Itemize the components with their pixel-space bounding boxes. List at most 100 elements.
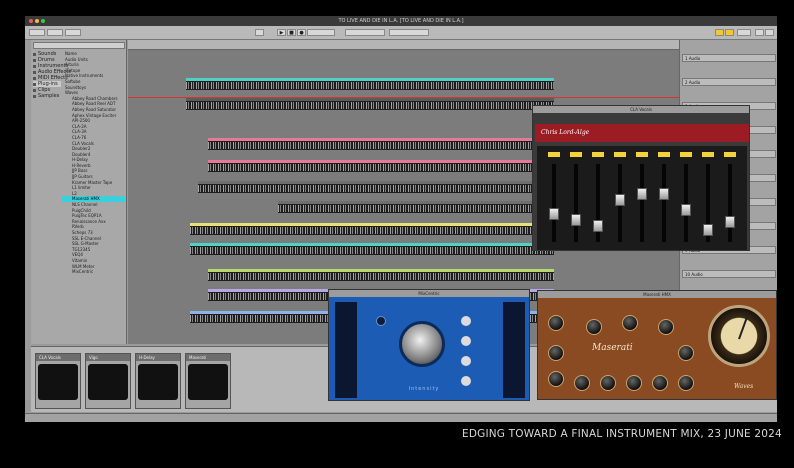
key-map-button[interactable] (715, 29, 724, 36)
clip-waveform (208, 142, 554, 149)
timeline-ruler[interactable] (128, 40, 679, 50)
maserati-knob[interactable] (586, 319, 602, 335)
maserati-knob[interactable] (678, 375, 694, 391)
clip-header (208, 269, 554, 272)
mode-button[interactable] (570, 152, 582, 157)
close-icon[interactable] (29, 19, 33, 23)
loop-start-field[interactable] (345, 29, 385, 36)
maserati-knob[interactable] (626, 375, 642, 391)
tap-button[interactable] (29, 29, 45, 36)
intensity-plugin-window[interactable]: MixCentric Intensity (328, 289, 530, 401)
midi-indicator (755, 29, 764, 36)
browser-file-item[interactable]: Abbey Road Saturator (62, 107, 125, 113)
xy-pad[interactable] (88, 364, 128, 400)
device-rack[interactable]: CLA Vocals (35, 353, 81, 409)
audio-clip[interactable] (186, 98, 554, 110)
width-knob[interactable] (461, 336, 471, 346)
clip-header (278, 201, 554, 204)
browser-panel: Sounds Drums Instruments Audio Effects MIDI … (31, 40, 127, 344)
clip-icon (33, 88, 36, 92)
maserati-knob[interactable] (678, 345, 694, 361)
device-title: Maserati (186, 354, 230, 361)
audio-clip[interactable] (186, 78, 554, 90)
browser-place-item[interactable]: Samples (33, 93, 61, 99)
audio-clip[interactable] (208, 138, 554, 150)
zoom-icon[interactable] (41, 19, 45, 23)
audio-clip[interactable] (198, 181, 554, 193)
maserati-knob[interactable] (548, 371, 564, 387)
maserati-knob[interactable] (548, 315, 564, 331)
fader-handle[interactable] (637, 188, 647, 200)
intensity-window-title: MixCentric (329, 290, 529, 297)
mode-button[interactable] (614, 152, 626, 157)
audio-clip[interactable] (190, 243, 554, 255)
audio-clip[interactable] (208, 269, 554, 281)
maserati-knob[interactable] (600, 375, 616, 391)
track-header[interactable]: 1 Audio (682, 54, 776, 62)
device-rack[interactable]: H-Delay (135, 353, 181, 409)
xy-pad[interactable] (188, 364, 228, 400)
intensity-label: Intensity (408, 386, 440, 392)
minimize-icon[interactable] (35, 19, 39, 23)
browser-search-input[interactable] (33, 42, 125, 49)
fader-handle[interactable] (659, 188, 669, 200)
gain-knob[interactable] (461, 356, 471, 366)
fader-slot (684, 164, 688, 242)
track-header[interactable]: 2 Audio (682, 78, 776, 86)
maserati-knob[interactable] (658, 319, 674, 335)
mode-button[interactable] (592, 152, 604, 157)
output-knob[interactable] (461, 376, 471, 386)
plug-icon (33, 82, 36, 86)
mode-button[interactable] (548, 152, 560, 157)
midi-map-button[interactable] (725, 29, 734, 36)
automation-line[interactable] (128, 97, 679, 98)
punch-buttons[interactable] (307, 29, 335, 36)
cla-vocals-plugin-window[interactable]: CLA Vocals Chris Lord-Alge (532, 105, 750, 251)
browser-file-item[interactable]: MixCentric (62, 269, 125, 275)
xy-pad[interactable] (38, 364, 78, 400)
arrangement-position[interactable] (255, 29, 264, 36)
play-icon[interactable]: ▶ (277, 29, 286, 36)
fader-handle[interactable] (593, 220, 603, 232)
xy-pad[interactable] (138, 364, 178, 400)
mode-button[interactable] (680, 152, 692, 157)
mix-knob[interactable] (461, 316, 471, 326)
maserati-knob[interactable] (548, 345, 564, 361)
maserati-knob[interactable] (652, 375, 668, 391)
maserati-knob[interactable] (574, 375, 590, 391)
fader-handle[interactable] (703, 224, 713, 236)
fader-handle[interactable] (725, 216, 735, 228)
stop-icon[interactable]: ■ (287, 29, 296, 36)
mode-button[interactable] (658, 152, 670, 157)
tempo-field[interactable] (47, 29, 63, 36)
time-signature-field[interactable] (65, 29, 81, 36)
fader-handle[interactable] (681, 204, 691, 216)
clip-header (186, 78, 554, 81)
audio-clip[interactable] (208, 160, 554, 172)
clip-waveform (186, 82, 554, 89)
track-header[interactable]: 10 Audio (682, 270, 776, 278)
mode-button[interactable] (724, 152, 736, 157)
intensity-knob[interactable] (399, 321, 445, 367)
clip-header (190, 243, 554, 246)
maserati-knob[interactable] (622, 315, 638, 331)
maserati-brand: Waves (734, 383, 754, 390)
clip-header (208, 160, 554, 163)
fader-handle[interactable] (571, 214, 581, 226)
maserati-plugin-window[interactable]: Maserati HMX Maserati Waves (537, 290, 777, 400)
mode-button[interactable] (636, 152, 648, 157)
fader-slot (552, 164, 556, 242)
clip-waveform (190, 247, 554, 254)
loop-length-field[interactable] (389, 29, 429, 36)
fader-handle[interactable] (549, 208, 559, 220)
window-title: TO LIVE AND DIE IN L.A. [TO LIVE AND DIE… (338, 18, 464, 24)
device-rack[interactable]: Vigo (85, 353, 131, 409)
mode-button[interactable] (702, 152, 714, 157)
browser-places: Sounds Drums Instruments Audio Effects MIDI … (33, 51, 71, 341)
record-icon[interactable]: ● (297, 29, 306, 36)
audio-clip[interactable] (278, 201, 554, 213)
fader-handle[interactable] (615, 194, 625, 206)
power-knob[interactable] (376, 316, 386, 326)
device-rack[interactable]: Maserati (185, 353, 231, 409)
audio-clip[interactable] (190, 223, 554, 235)
